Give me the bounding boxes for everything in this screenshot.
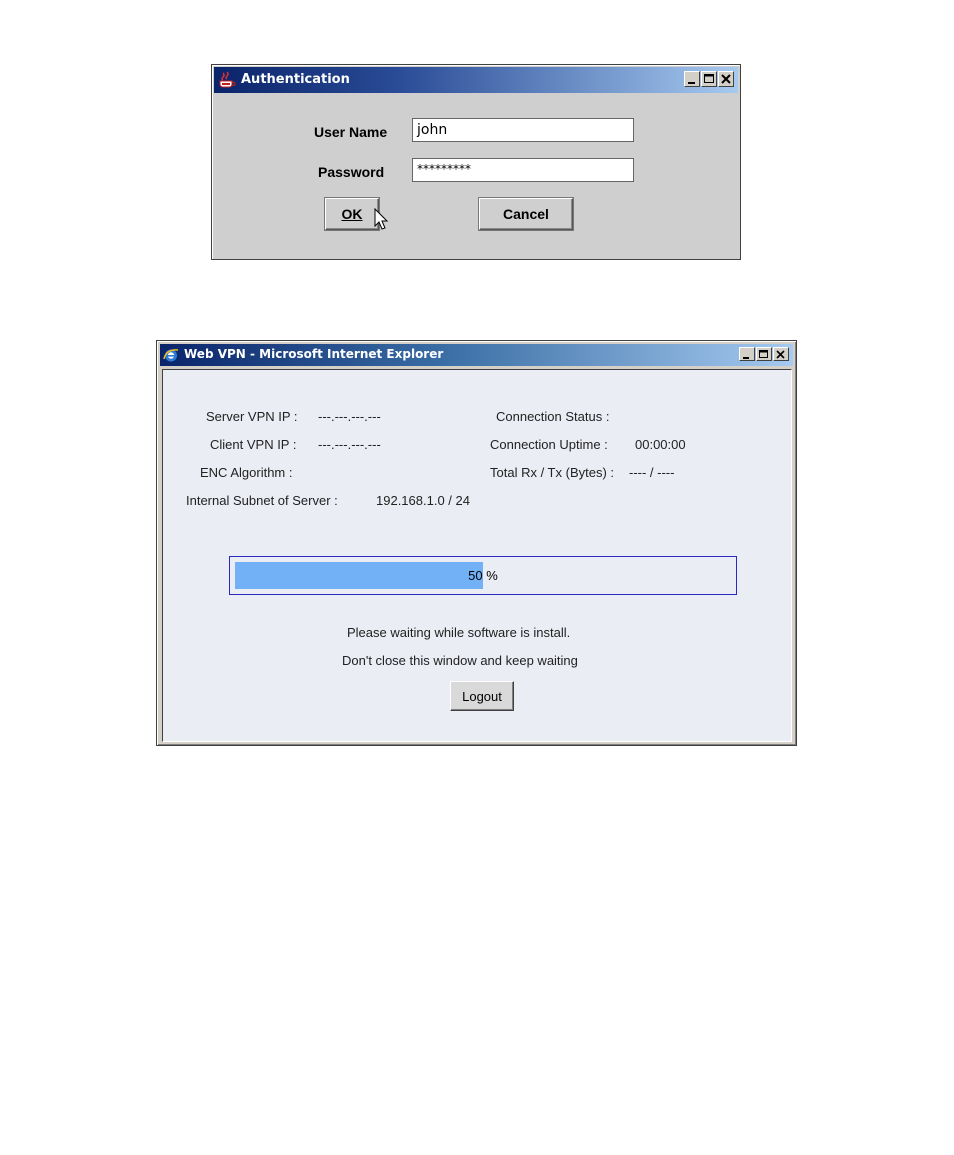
progress-track: 50 % (235, 562, 731, 589)
internet-explorer-icon (163, 349, 179, 362)
cancel-button-label: Cancel (503, 206, 549, 222)
internal-subnet-label: Internal Subnet of Server : (186, 493, 338, 508)
logout-button[interactable]: Logout (450, 681, 514, 711)
vpn-status-panel: Server VPN IP : ---.---.---.--- Client V… (162, 369, 792, 742)
client-vpn-ip-value: ---.---.---.--- (318, 437, 381, 452)
total-rxtx-value: ---- / ---- (629, 465, 675, 480)
java-coffee-cup-icon (219, 71, 236, 88)
install-wait-message: Please waiting while software is install… (347, 625, 571, 640)
close-icon (721, 74, 731, 84)
minimize-icon (743, 357, 749, 359)
maximize-button[interactable] (701, 71, 717, 87)
authentication-dialog: Authentication User Name john Password *… (211, 64, 741, 260)
mouse-pointer-icon (374, 208, 389, 230)
internal-subnet-value: 192.168.1.0 / 24 (376, 493, 470, 508)
progress-percent-text: 50 % (468, 568, 498, 583)
cancel-button[interactable]: Cancel (479, 198, 573, 230)
maximize-icon (759, 350, 768, 358)
auth-title-bar[interactable]: Authentication (214, 67, 738, 93)
connection-uptime-value: 00:00:00 (635, 437, 686, 452)
minimize-button[interactable] (684, 71, 700, 87)
username-label: User Name (314, 124, 388, 140)
enc-algorithm-label: ENC Algorithm : (200, 465, 293, 480)
connection-status-label: Connection Status : (496, 409, 610, 424)
client-vpn-ip-label: Client VPN IP : (210, 437, 297, 452)
logout-button-label: Logout (462, 688, 502, 704)
server-vpn-ip-label: Server VPN IP : (206, 409, 298, 424)
ie-window-title: Web VPN - Microsoft Internet Explorer (184, 347, 444, 361)
password-field[interactable]: ********* (412, 158, 634, 182)
ok-button-label: OK (341, 206, 363, 222)
password-label: Password (318, 164, 385, 180)
keep-window-open-message: Don't close this window and keep waiting (342, 653, 578, 668)
username-field[interactable]: john (412, 118, 634, 142)
ok-button[interactable]: OK (325, 198, 379, 230)
connection-uptime-label: Connection Uptime : (490, 437, 608, 452)
total-rxtx-label: Total Rx / Tx (Bytes) : (490, 465, 615, 480)
ie-minimize-button[interactable] (739, 347, 755, 361)
auth-window-title: Authentication (241, 72, 350, 87)
maximize-icon (704, 74, 714, 83)
ie-close-button[interactable] (773, 347, 789, 361)
close-button[interactable] (718, 71, 734, 87)
minimize-icon (688, 82, 695, 84)
ie-title-bar[interactable]: Web VPN - Microsoft Internet Explorer (160, 344, 793, 366)
install-progress-bar: 50 % (229, 556, 737, 595)
ie-maximize-button[interactable] (756, 347, 772, 361)
server-vpn-ip-value: ---.---.---.--- (318, 409, 381, 424)
web-vpn-window: Web VPN - Microsoft Internet Explorer Se… (156, 340, 797, 746)
close-icon (776, 350, 785, 359)
